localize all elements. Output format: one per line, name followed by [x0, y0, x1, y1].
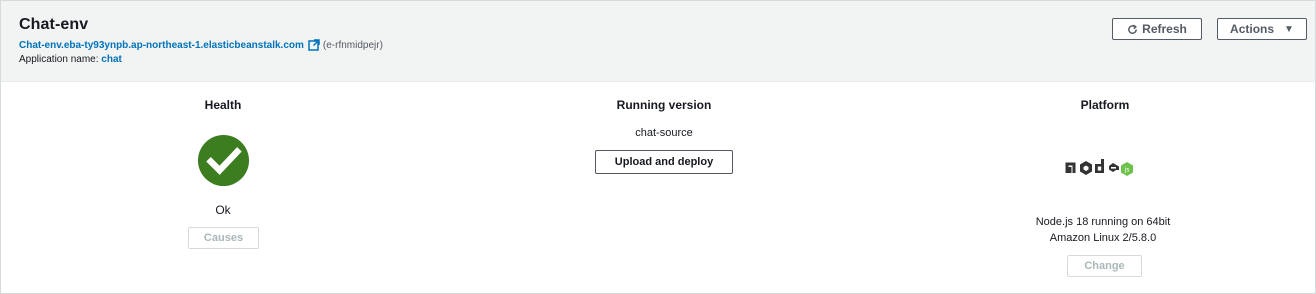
external-link-icon[interactable] — [308, 39, 320, 51]
platform-title: Platform — [1080, 98, 1130, 112]
health-status: Ok — [215, 203, 231, 217]
caret-down-icon: ▼ — [1284, 23, 1294, 35]
platform-description: Node.js 18 running on 64bit Amazon Linux… — [983, 214, 1223, 246]
platform-description-line-2: Amazon Linux 2/5.8.0 — [1049, 232, 1157, 244]
environment-header: Chat-env Chat-env.eba-ty93ynpb.ap-northe… — [1, 1, 1315, 82]
environment-id: (e-rfnmidpejr) — [322, 39, 383, 51]
running-version-section: Running version — [564, 98, 764, 112]
application-name-row: Application name: chat — [19, 54, 122, 65]
refresh-icon — [1128, 24, 1138, 34]
refresh-button-label: Refresh — [1142, 22, 1187, 36]
check-circle-icon — [197, 134, 250, 187]
environment-url-link[interactable]: Chat-env.eba-ty93ynpb.ap-northeast-1.ela… — [19, 40, 304, 51]
application-name-label: Application name: — [19, 54, 99, 65]
causes-button-label: Causes — [203, 232, 244, 244]
running-version-title: Running version — [616, 98, 712, 112]
causes-button[interactable]: Causes — [188, 227, 259, 249]
health-section: Health — [123, 98, 323, 112]
health-title: Health — [204, 98, 242, 112]
environment-title: Chat-env — [19, 16, 89, 33]
platform-section: Platform — [1005, 98, 1205, 112]
nodejs-logo: js — [1065, 159, 1133, 176]
upload-and-deploy-button[interactable]: Upload and deploy — [595, 150, 733, 174]
actions-dropdown-button[interactable]: Actions ▼ — [1217, 18, 1307, 40]
refresh-button[interactable]: Refresh — [1112, 18, 1202, 40]
upload-and-deploy-label: Upload and deploy — [614, 156, 714, 168]
environment-overview-panel: Chat-env Chat-env.eba-ty93ynpb.ap-northe… — [0, 0, 1316, 294]
change-platform-button[interactable]: Change — [1067, 255, 1142, 277]
platform-description-line-1: Node.js 18 running on 64bit — [1035, 216, 1171, 228]
running-version-label: chat-source — [635, 127, 693, 139]
svg-text:js: js — [1124, 167, 1130, 174]
environment-url-row: Chat-env.eba-ty93ynpb.ap-northeast-1.ela… — [19, 39, 383, 51]
change-button-label: Change — [1084, 260, 1125, 272]
application-name-link[interactable]: chat — [101, 54, 122, 65]
actions-button-label: Actions — [1230, 22, 1275, 36]
